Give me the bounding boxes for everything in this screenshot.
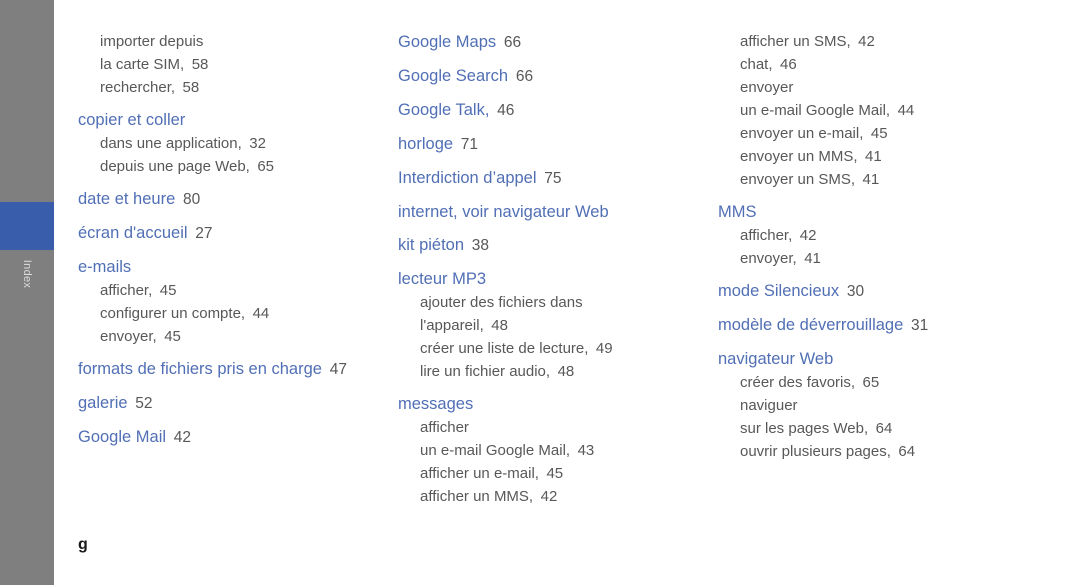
index-entry: formats de fichiers pris en charge 47 (78, 357, 398, 382)
index-subentry[interactable]: envoyer (740, 76, 1048, 99)
index-subentry[interactable]: afficher un MMS, 42 (398, 485, 710, 508)
index-entry-page-number: 66 (496, 34, 522, 51)
index-column-3: afficher un SMS, 42 chat, 46 envoyer un e-m… (718, 30, 1048, 463)
index-subentry[interactable]: ajouter des fichiers dans (398, 291, 710, 314)
index-entry-page-number: 80 (175, 191, 201, 208)
index-entry-heading[interactable]: mode Silencieux 30 (718, 279, 1048, 304)
index-subentry[interactable]: envoyer, 45 (78, 325, 398, 348)
index-entry-heading[interactable]: Google Mail 42 (78, 425, 398, 450)
index-subentry[interactable]: ouvrir plusieurs pages, 64 (718, 440, 1048, 463)
index-subentry[interactable]: l'appareil, 48 (398, 314, 710, 337)
index-entry: Interdiction d’appel 75 (398, 166, 710, 191)
index-subentry[interactable]: envoyer, 41 (718, 247, 1048, 270)
index-subentry[interactable]: afficher, 45 (78, 279, 398, 302)
index-entry: kit piéton 38 (398, 233, 710, 258)
index-subentry[interactable]: chat, 46 (740, 53, 1048, 76)
index-subentry[interactable]: naviguer (718, 394, 1048, 417)
index-entry-page-number: 42 (166, 429, 192, 446)
index-entry-page-number: 38 (464, 237, 490, 254)
index-subentry[interactable]: un e-mail Google Mail, 43 (398, 439, 710, 462)
index-subentry[interactable]: créer une liste de lecture, 49 (398, 337, 710, 360)
index-subentry[interactable]: créer des favoris, 65 (718, 371, 1048, 394)
index-subentry[interactable]: afficher (398, 416, 710, 439)
index-entry-page-number: 66 (508, 68, 534, 85)
index-entry: Google Search 66 (398, 64, 710, 89)
index-entry: modèle de déverrouillage 31 (718, 313, 1048, 338)
index-subentry[interactable]: la carte SIM, 58 (100, 53, 398, 76)
index-entry-heading[interactable]: date et heure 80 (78, 187, 398, 212)
index-subentry[interactable]: envoyer un MMS, 41 (740, 145, 1048, 168)
index-entry: messages afficher un e-mail Google Mail, 4… (398, 392, 710, 508)
index-tab-label: Index (0, 250, 54, 330)
index-column-1: importer depuis la carte SIM, 58 recherche… (78, 30, 398, 450)
index-entry-page-number: 47 (321, 361, 347, 378)
index-entry-heading[interactable]: e-mails (78, 255, 398, 279)
index-entry: écran d'accueil 27 (78, 221, 398, 246)
index-entry: mode Silencieux 30 (718, 279, 1048, 304)
index-entry-heading[interactable]: navigateur Web (718, 347, 1048, 371)
index-entry-heading[interactable]: copier et coller (78, 108, 398, 132)
index-entry: galerie 52 (78, 391, 398, 416)
index-entry-heading[interactable]: Google Maps 66 (398, 30, 710, 55)
index-entry: lecteur MP3 ajouter des fichiers dans l'ap… (398, 267, 710, 383)
index-subentry[interactable]: dans une application, 32 (78, 132, 398, 155)
index-subentry[interactable]: rechercher, 58 (100, 76, 398, 99)
index-subentry[interactable]: envoyer un SMS, 41 (740, 168, 1048, 191)
index-subentry[interactable]: un e-mail Google Mail, 44 (740, 99, 1048, 122)
index-entry: Google Mail 42 (78, 425, 398, 450)
index-entry-heading[interactable]: MMS (718, 200, 1048, 224)
index-entry-heading[interactable]: Google Talk, 46 (398, 98, 710, 123)
page-folio: g (78, 536, 88, 553)
index-subentry[interactable]: configurer un compte, 44 (78, 302, 398, 325)
index-tab-label-text: Index (20, 259, 33, 289)
index-entry: navigateur Web créer des favoris, 65 navig… (718, 347, 1048, 463)
index-entry-heading[interactable]: modèle de déverrouillage 31 (718, 313, 1048, 338)
index-entry-continuation: afficher un SMS, 42 chat, 46 envoyer un e-m… (718, 30, 1048, 191)
index-column-2: Google Maps 66 Google Search 66 Google Tal… (398, 30, 710, 508)
index-entry-continuation: importer depuis la carte SIM, 58 recherche… (78, 30, 398, 99)
index-entry-page-number: 46 (489, 102, 515, 119)
index-entry: internet, voir navigateur Web (398, 200, 710, 224)
index-entry-page-number: 27 (187, 225, 213, 242)
index-entry-heading[interactable]: Interdiction d’appel 75 (398, 166, 710, 191)
index-subentry[interactable]: importer depuis (100, 30, 398, 53)
index-subentry[interactable]: afficher, 42 (718, 224, 1048, 247)
index-entry-heading[interactable]: messages (398, 392, 710, 416)
index-entry-heading[interactable]: écran d'accueil 27 (78, 221, 398, 246)
index-subentry[interactable]: afficher un SMS, 42 (740, 30, 1048, 53)
index-entry-heading[interactable]: formats de fichiers pris en charge 47 (78, 357, 398, 382)
index-subentry[interactable]: lire un fichier audio, 48 (398, 360, 710, 383)
index-entry-heading[interactable]: internet, voir navigateur Web (398, 200, 710, 224)
index-entry-page-number: 30 (839, 283, 865, 300)
index-entry-page-number: 75 (536, 170, 562, 187)
index-subentry[interactable]: envoyer un e-mail, 45 (740, 122, 1048, 145)
index-subentry[interactable]: afficher un e-mail, 45 (398, 462, 710, 485)
index-entry: MMS afficher, 42 envoyer, 41 (718, 200, 1048, 270)
index-subentry[interactable]: sur les pages Web, 64 (718, 417, 1048, 440)
index-side-tab: Index (0, 0, 54, 585)
index-entry: e-mails afficher, 45 configurer un compte,… (78, 255, 398, 348)
index-entry: horloge 71 (398, 132, 710, 157)
index-entry-heading[interactable]: horloge 71 (398, 132, 710, 157)
index-entry-heading[interactable]: lecteur MP3 (398, 267, 710, 291)
index-entry-page-number: 71 (453, 136, 479, 153)
index-entry-page-number: 52 (127, 395, 153, 412)
index-entry-page-number: 31 (903, 317, 929, 334)
index-columns: importer depuis la carte SIM, 58 recherche… (54, 0, 1080, 585)
index-entry-heading[interactable]: galerie 52 (78, 391, 398, 416)
index-entry: Google Talk, 46 (398, 98, 710, 123)
index-tab-marker (0, 202, 54, 250)
index-subentry[interactable]: depuis une page Web, 65 (78, 155, 398, 178)
index-entry: copier et coller dans une application, 32… (78, 108, 398, 178)
index-entry-heading[interactable]: kit piéton 38 (398, 233, 710, 258)
index-entry: date et heure 80 (78, 187, 398, 212)
index-entry: Google Maps 66 (398, 30, 710, 55)
index-entry-heading[interactable]: Google Search 66 (398, 64, 710, 89)
